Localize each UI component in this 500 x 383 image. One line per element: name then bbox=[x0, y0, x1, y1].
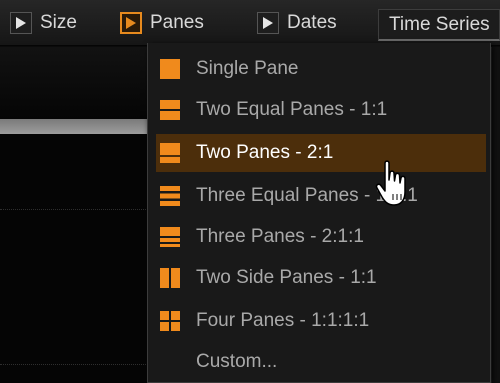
menu-item-two-equal-panes[interactable]: Two Equal Panes - 1:1 bbox=[156, 91, 486, 129]
panes-dropdown-menu: Single Pane Two Equal Panes - 1:1 Two Pa… bbox=[147, 43, 491, 383]
three-equal-panes-icon bbox=[160, 186, 180, 206]
tab-time-series[interactable]: Time Series bbox=[378, 9, 500, 41]
menu-item-label: Two Side Panes - 1:1 bbox=[196, 267, 377, 288]
scrollbar[interactable] bbox=[491, 47, 500, 383]
menu-item-two-side-panes[interactable]: Two Side Panes - 1:1 bbox=[156, 259, 486, 297]
menu-item-single-pane[interactable]: Single Pane bbox=[156, 50, 486, 88]
menu-item-label: Two Equal Panes - 1:1 bbox=[196, 99, 388, 120]
menu-item-four-panes[interactable]: Four Panes - 1:1:1:1 bbox=[156, 302, 486, 340]
panes-button[interactable]: Panes bbox=[120, 8, 204, 38]
size-button[interactable]: Size bbox=[10, 8, 77, 38]
menu-item-three-equal-panes[interactable]: Three Equal Panes - 1:1:1 bbox=[156, 177, 486, 215]
three-panes-2-1-1-icon bbox=[160, 227, 180, 247]
four-panes-icon bbox=[160, 311, 180, 331]
menu-item-label: Three Panes - 2:1:1 bbox=[196, 226, 364, 247]
panes-button-label: Panes bbox=[150, 12, 204, 33]
menu-item-label: Single Pane bbox=[196, 58, 299, 79]
menu-item-two-panes-2-1[interactable]: Two Panes - 2:1 bbox=[156, 134, 486, 172]
single-pane-icon bbox=[160, 59, 180, 79]
dates-button[interactable]: Dates bbox=[257, 8, 337, 38]
two-panes-2-1-icon bbox=[160, 143, 180, 163]
size-button-label: Size bbox=[40, 12, 77, 33]
two-side-panes-icon bbox=[160, 268, 180, 288]
dates-button-label: Dates bbox=[287, 12, 337, 33]
play-triangle-icon bbox=[120, 12, 142, 34]
two-equal-panes-icon bbox=[160, 100, 180, 120]
menu-item-custom[interactable]: Custom... bbox=[156, 343, 486, 381]
menu-item-label: Four Panes - 1:1:1:1 bbox=[196, 310, 370, 331]
menu-item-label: Three Equal Panes - 1:1:1 bbox=[196, 185, 418, 206]
menu-item-three-panes-2-1-1[interactable]: Three Panes - 2:1:1 bbox=[156, 218, 486, 256]
menu-item-label: Two Panes - 2:1 bbox=[196, 142, 334, 163]
play-triangle-icon bbox=[10, 12, 32, 34]
toolbar: Size Panes Dates Time Series bbox=[0, 0, 500, 46]
play-triangle-icon bbox=[257, 12, 279, 34]
menu-item-label: Custom... bbox=[196, 351, 278, 372]
